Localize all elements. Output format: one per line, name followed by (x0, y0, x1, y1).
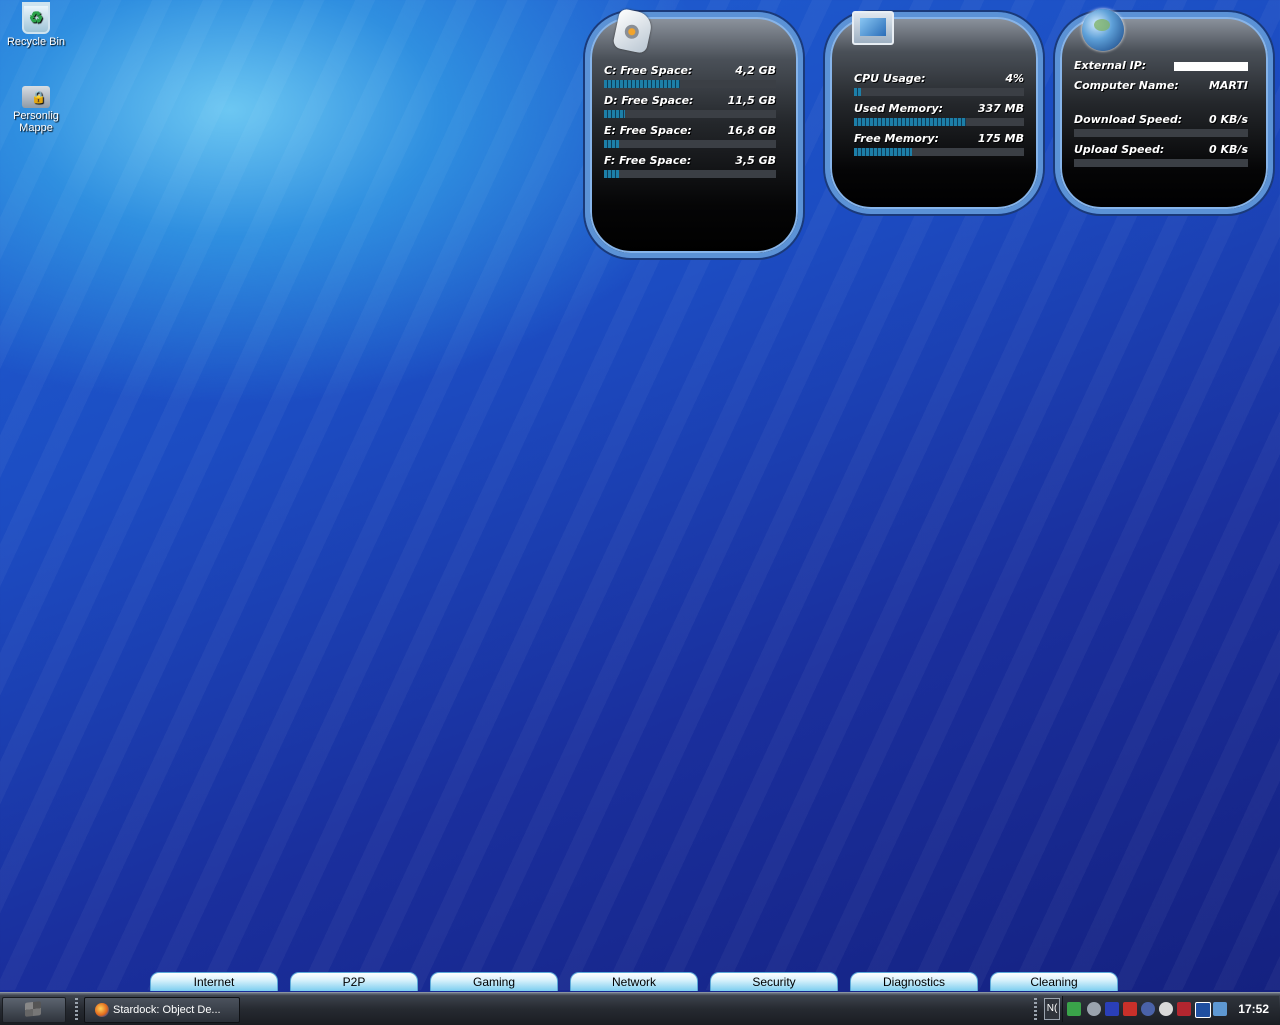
l-tray-icon[interactable] (1195, 1002, 1211, 1018)
task-title: Stardock: Object De... (113, 1004, 221, 1016)
recycle-bin-icon: ♻ (22, 2, 50, 34)
drive-space-widget[interactable]: C: Free Space: 4,2 GB D: Free Space: 11,5 G… (585, 7, 803, 258)
system-usage-widget[interactable]: CPU Usage: 4% Used Memory: 337 MB Free Memor… (825, 11, 1043, 214)
download-speed-label: Download Speed: (1074, 113, 1183, 126)
desktop-icon-recycle-bin[interactable]: ♻ Recycle Bin (0, 2, 72, 48)
drive-bar (604, 80, 776, 88)
system-value: 337 MB (977, 102, 1024, 115)
locked-folder-icon: 🔒 (22, 86, 50, 108)
tray-grip[interactable] (1034, 998, 1037, 1020)
security-tray-icon[interactable] (1177, 1002, 1191, 1016)
system-value: 175 MB (977, 132, 1024, 145)
drive-bar-fill (604, 80, 680, 88)
nvidia-tray-icon[interactable] (1067, 1002, 1081, 1016)
computer-name-value: MARTI (1208, 79, 1248, 92)
category-tab-gaming[interactable]: Gaming (430, 972, 558, 991)
hard-drive-icon (612, 7, 654, 55)
upload-speed-value: 0 KB/s (1209, 143, 1248, 156)
download-speed-bar (1074, 129, 1248, 137)
connection-tray-icon[interactable] (1213, 1002, 1227, 1016)
blue-tray-icon[interactable] (1105, 1002, 1119, 1016)
system-bar-fill (854, 88, 861, 96)
system-label: Free Memory: (854, 132, 939, 145)
drive-bar-fill (604, 110, 625, 118)
category-tab-security[interactable]: Security (710, 972, 838, 991)
drive-value: 3,5 GB (735, 154, 776, 167)
drive-bar-fill (604, 140, 620, 148)
external-ip-label: External IP: (1074, 59, 1147, 72)
network-widget[interactable]: External IP: Computer Name: MARTI Downlo… (1055, 9, 1273, 214)
language-indicator[interactable]: N( (1044, 998, 1060, 1020)
category-tab-cleaning[interactable]: Cleaning (990, 972, 1118, 991)
category-tab-p2p[interactable]: P2P (290, 972, 418, 991)
antivirus-tray-icon[interactable] (1159, 1002, 1173, 1016)
start-button[interactable] (2, 997, 66, 1023)
drive-value: 16,8 GB (727, 124, 776, 137)
taskbar: Stardock: Object De... N( 17:52 (0, 992, 1280, 1025)
windows-logo-icon (25, 1001, 41, 1017)
system-tray: 17:52 (1062, 996, 1279, 1022)
download-speed-value: 0 KB/s (1209, 113, 1248, 126)
upload-speed-label: Upload Speed: (1074, 143, 1165, 156)
external-ip-value-redacted (1174, 59, 1248, 72)
disc-tray-icon[interactable] (1087, 1002, 1101, 1016)
system-bar (854, 148, 1024, 156)
red-tray-icon[interactable] (1123, 1002, 1137, 1016)
drive-label: C: Free Space: (604, 64, 693, 77)
computer-name-label: Computer Name: (1074, 79, 1179, 92)
desktop-icon-personal-folder[interactable]: 🔒 Personlig Mappe (0, 80, 72, 134)
upload-speed-bar (1074, 159, 1248, 167)
desktop-icon-label-line1: Personlig Mappe (13, 110, 59, 134)
desktop-icon-label: Recycle Bin (6, 36, 66, 48)
category-tab-diagnostics[interactable]: Diagnostics (850, 972, 978, 991)
drive-bar (604, 170, 776, 178)
firefox-icon (95, 1003, 109, 1018)
drive-bar (604, 140, 776, 148)
system-value: 4% (1005, 72, 1024, 85)
monitor-icon (852, 11, 894, 45)
drive-label: F: Free Space: (604, 154, 692, 167)
clock[interactable]: 17:52 (1238, 996, 1269, 1022)
globe-icon (1082, 9, 1124, 51)
system-label: CPU Usage: (854, 72, 926, 85)
system-bar (854, 118, 1024, 126)
drive-label: D: Free Space: (604, 94, 694, 107)
category-tab-internet[interactable]: Internet (150, 972, 278, 991)
system-bar-fill (854, 148, 912, 156)
system-label: Used Memory: (854, 102, 944, 115)
drive-bar-fill (604, 170, 620, 178)
category-tab-network[interactable]: Network (570, 972, 698, 991)
drive-value: 11,5 GB (727, 94, 776, 107)
drive-label: E: Free Space: (604, 124, 692, 137)
drive-bar (604, 110, 776, 118)
network-tray-icon[interactable] (1141, 1002, 1155, 1016)
taskbar-grip[interactable] (75, 998, 78, 1020)
system-bar (854, 88, 1024, 96)
drive-value: 4,2 GB (735, 64, 776, 77)
taskbar-button-firefox[interactable]: Stardock: Object De... (84, 997, 240, 1023)
system-bar-fill (854, 118, 967, 126)
